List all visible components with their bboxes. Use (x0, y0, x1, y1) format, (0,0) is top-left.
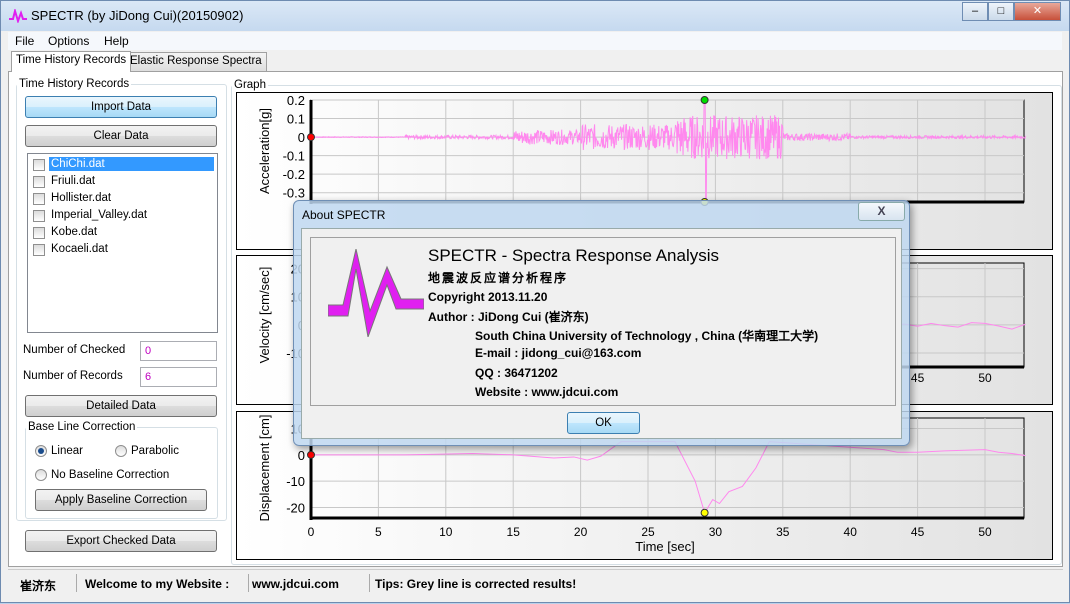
series-line (311, 441, 1026, 514)
dialog-title: About SPECTR (302, 208, 386, 222)
x-tick-label: 5 (375, 525, 382, 539)
data-marker (700, 96, 709, 104)
y-tick-label: 0.2 (287, 93, 305, 108)
author: Author : JiDong Cui (崔济东) (428, 310, 589, 324)
spectr-logo-icon (328, 249, 424, 337)
x-tick-label: 40 (844, 525, 858, 539)
about-info-box: SPECTR - Spectra Response Analysis 地震波反应… (310, 237, 896, 406)
tab-time-history-records[interactable]: Time History Records (11, 51, 132, 72)
status-tips: Tips: Grey line is corrected results! (375, 577, 577, 591)
x-tick-label: 45 (911, 525, 925, 539)
y-tick-label: -0.3 (283, 186, 305, 201)
data-marker (307, 133, 315, 142)
qq: QQ : 36471202 (475, 366, 558, 380)
y-tick-label: -0.1 (283, 149, 305, 164)
x-tick-label: 50 (978, 371, 992, 385)
x-tick-label: 20 (574, 525, 588, 539)
x-tick-label: 35 (776, 525, 790, 539)
university: South China University of Technology , C… (475, 329, 819, 343)
y-axis-label: Acceleration[g] (257, 108, 272, 194)
x-tick-label: 45 (911, 371, 925, 385)
about-dialog: About SPECTR X SPECTR - Spectra Response… (293, 200, 910, 446)
x-tick-label: 15 (507, 525, 521, 539)
email: E-mail : jidong_cui@163.com (475, 346, 642, 360)
status-author: 崔济东 (20, 579, 57, 593)
status-bar: 崔济东 Welcome to my Website : www.jdcui.co… (8, 569, 1063, 595)
y-axis-label: Displacement [cm] (257, 415, 272, 522)
copyright: Copyright 2013.11.20 (428, 290, 548, 304)
y-tick-label: -10 (286, 474, 305, 489)
status-website-link[interactable]: www.jdcui.com (252, 577, 339, 591)
app-name: SPECTR - Spectra Response Analysis (428, 246, 720, 265)
x-tick-label: 25 (641, 525, 655, 539)
status-welcome: Welcome to my Website : (85, 577, 230, 591)
y-tick-label: -0.2 (283, 167, 305, 182)
y-tick-label: 0.1 (287, 112, 305, 127)
x-tick-label: 0 (308, 525, 315, 539)
dialog-close-button[interactable]: X (858, 202, 905, 221)
y-tick-label: 0 (298, 448, 305, 463)
series-line (310, 99, 1026, 203)
data-marker (307, 450, 315, 459)
x-tick-label: 50 (978, 525, 992, 539)
data-marker (700, 508, 709, 517)
ok-button[interactable]: OK (567, 412, 640, 434)
x-tick-label: 10 (439, 525, 453, 539)
plot-area (310, 99, 1025, 203)
y-tick-label: -20 (286, 500, 305, 515)
chinese-name: 地震波反应谱分析程序 (428, 271, 569, 285)
website: Website : www.jdcui.com (475, 385, 619, 399)
x-tick-label: 30 (709, 525, 723, 539)
x-axis-label: Time [sec] (635, 539, 694, 554)
y-axis-label: Velocity [cm/sec] (257, 267, 272, 364)
y-tick-label: 0 (298, 130, 305, 145)
